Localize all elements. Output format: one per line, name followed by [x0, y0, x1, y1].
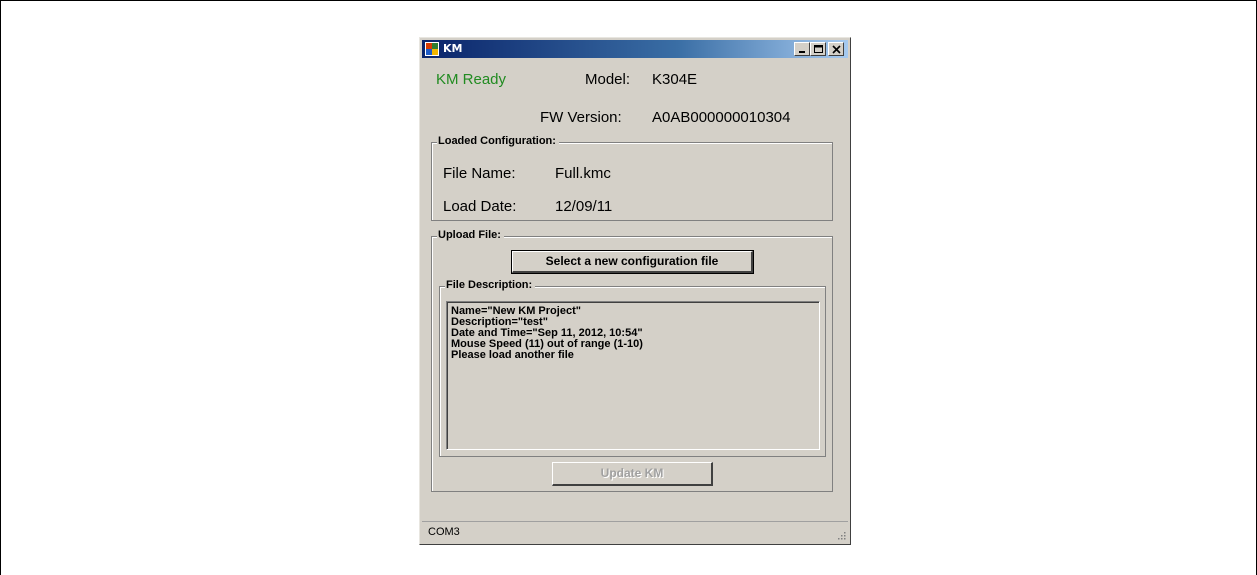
load-date-label: Load Date: — [443, 198, 517, 215]
loaded-configuration-title: Loaded Configuration: — [437, 135, 559, 147]
model-value: K304E — [652, 71, 698, 88]
file-name-value: Full.kmc — [555, 165, 611, 182]
port-status: COM3 — [428, 526, 460, 538]
file-description-group: File Description: Name="New KM Project" D… — [439, 279, 826, 457]
file-description-title: File Description: — [445, 279, 536, 291]
status-bar: COM3 — [422, 521, 848, 542]
model-label: Model: — [585, 71, 631, 88]
file-description-text[interactable]: Name="New KM Project" Description="test" D… — [446, 301, 820, 450]
maximize-button[interactable] — [810, 42, 826, 56]
file-description-content: Name="New KM Project" Description="test" D… — [447, 302, 819, 449]
minimize-button[interactable] — [794, 42, 810, 56]
loaded-configuration-group: Loaded Configuration: File Name: Full.km… — [431, 135, 833, 221]
title-bar[interactable]: KM — [422, 40, 848, 58]
app-icon — [425, 42, 439, 56]
fw-version-label: FW Version: — [540, 109, 622, 126]
file-name-label: File Name: — [443, 165, 516, 182]
upload-file-group: Upload File: Select a new configuration … — [431, 229, 833, 492]
window-title: KM — [443, 42, 463, 55]
close-icon — [832, 45, 841, 54]
description-line: Please load another file — [451, 349, 574, 361]
maximize-icon — [814, 45, 823, 53]
update-km-button[interactable]: Update KM — [552, 462, 713, 486]
km-window: KM KM Ready Model: K304E FW Version: A0A… — [419, 37, 851, 545]
upload-file-title: Upload File: — [437, 229, 504, 241]
load-date-value: 12/09/11 — [555, 198, 613, 215]
minimize-icon — [799, 51, 805, 53]
select-config-file-button[interactable]: Select a new configuration file — [511, 250, 754, 274]
close-button[interactable] — [828, 42, 844, 56]
resize-grip-icon[interactable] — [836, 530, 846, 540]
fw-version-value: A0AB000000010304 — [652, 109, 791, 126]
ready-status: KM Ready — [436, 71, 507, 88]
